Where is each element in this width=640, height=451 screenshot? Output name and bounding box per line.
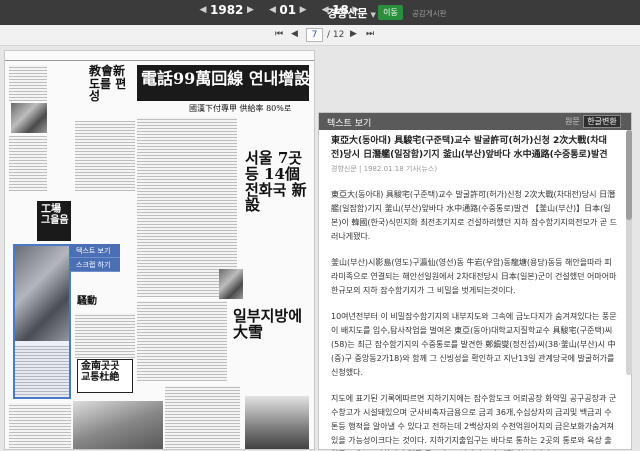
page-navigation-bar: ⏮ ◀ 7 / 12 ▶ ⏭ — [0, 25, 640, 46]
last-page-icon[interactable]: ⏭ — [366, 29, 374, 39]
text-panel-body: 東亞大(동아대) 具駿宅(구준택)교수 발굴許可(허가)신청 2次大戰(차대전)… — [319, 130, 631, 451]
context-menu-text-view[interactable]: 텍스트 보기 — [70, 244, 120, 258]
photo — [245, 396, 309, 449]
tab-hangul-convert[interactable]: 한글변환 — [583, 115, 621, 128]
go-button[interactable]: 이동 — [378, 5, 403, 20]
top-toolbar: ◀ 1982 ▶ ◀ 01 ▶ ◀ 18 ▶ 경향신문 ▼ 이동 공감게시판 — [0, 0, 640, 25]
newspaper-page-image[interactable]: 工場그을음 教會新도를 편성 騷動 金南곳곳 교통杜絶 電話99萬回線 연내增設… — [4, 50, 315, 450]
context-menu: 텍스트 보기 스크랩 하기 — [70, 244, 120, 272]
text-panel-scrollbar[interactable] — [626, 130, 632, 375]
headline-small: 騷動 — [77, 296, 97, 307]
month-value[interactable]: 01 — [279, 3, 296, 17]
article-meta: 경향신문 | 1982.01.18 기사(뉴스) — [331, 165, 438, 173]
article-paragraph: 지도에 표기된 기록에따르면 지하기지에는 잠수함도크 어뢰공장 화약밀 공구공… — [331, 394, 617, 451]
headline-factory: 工場그을음 — [41, 204, 69, 226]
scrollbar-thumb[interactable] — [626, 130, 632, 220]
chevron-down-icon: ▼ — [370, 11, 376, 19]
next-year-icon[interactable]: ▶ — [245, 5, 255, 15]
article-block — [75, 313, 135, 358]
article-block — [75, 121, 135, 191]
headline-main: 電話99萬回線 연내增設 — [141, 69, 311, 88]
article-block — [9, 136, 47, 191]
photo — [73, 401, 163, 449]
page-total: / 12 — [327, 30, 345, 40]
text-panel-title: 텍스트 보기 — [327, 119, 372, 129]
headline-seoul: 서울 7곳등 14個전화국 新設 — [245, 149, 307, 215]
next-page-icon[interactable]: ▶ — [350, 29, 357, 39]
article-paragraph: 東亞大(동아대) 具駿宅(구준택)교수 발굴許可(허가)신청 2次大戰(차대전)… — [331, 190, 618, 241]
article-block — [9, 403, 71, 449]
text-panel-header: 텍스트 보기 원문 한글변환 — [319, 113, 631, 130]
article-block — [137, 301, 227, 381]
prev-page-icon[interactable]: ◀ — [291, 29, 298, 39]
context-menu-scrap[interactable]: 스크랩 하기 — [70, 258, 120, 272]
text-view-panel: 텍스트 보기 원문 한글변환 東亞大(동아대) 具駿宅(구준택)교수 발굴許可(… — [318, 112, 632, 451]
tab-original[interactable]: 원문 — [565, 116, 580, 127]
newspaper-select-value: 경향신문 — [327, 7, 368, 20]
headline-traffic: 金南곳곳 교통杜絶 — [81, 361, 120, 383]
page-header-rule — [5, 55, 314, 61]
article-headline: 東亞大(동아대) 具駿宅(구준택)교수 발굴許可(허가)신청 2次大戰(차대전)… — [331, 136, 608, 160]
article-paragraph: 10여년전부터 이 비밀잠수함기지의 내부지도와 그속에 금노다지가 숨겨져있다… — [331, 312, 617, 377]
first-page-icon[interactable]: ⏮ — [275, 29, 283, 39]
prev-month-icon[interactable]: ◀ — [267, 5, 277, 15]
photo — [219, 269, 243, 299]
next-month-icon[interactable]: ▶ — [298, 5, 308, 15]
headline-japan: 일부지방에 大雪 — [233, 307, 303, 341]
notice-board-link[interactable]: 공감게시판 — [412, 8, 447, 19]
newspaper-select[interactable]: 경향신문 ▼ — [327, 5, 376, 21]
article-paragraph: 釜山(부산)시影島(영도)구瀛仙(영선)동 牛岩(우암)동龍塘(용당)동등 해안… — [331, 258, 617, 295]
headline-bureau: 國漢下付專甲 供給率 80%로 — [189, 104, 292, 113]
year-value[interactable]: 1982 — [210, 3, 243, 17]
headline-church: 教會新도를 편성 — [89, 64, 127, 104]
article-selection-box[interactable] — [13, 244, 71, 399]
page-number-input[interactable]: 7 — [306, 28, 323, 42]
article-block — [165, 386, 240, 449]
article-block — [9, 65, 47, 101]
prev-year-icon[interactable]: ◀ — [198, 5, 208, 15]
photo — [11, 103, 47, 133]
